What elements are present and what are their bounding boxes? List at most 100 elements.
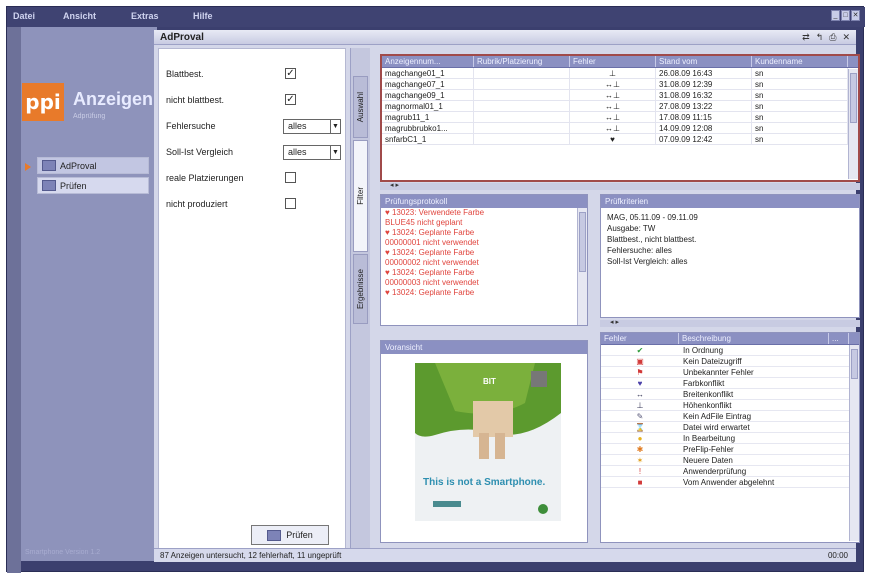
kriterium-line: Fehlersuche: alles xyxy=(607,246,672,255)
legend-row[interactable]: ⊥Höhenkonflikt6 xyxy=(601,400,859,411)
menu-extras[interactable]: Extras xyxy=(131,11,159,21)
pruefprotokoll-panel: Prüfungsprotokoll ♥ 13023: Verwendete Fa… xyxy=(380,194,588,326)
legend-row[interactable]: ⌛Datei wird erwartet0 xyxy=(601,422,859,433)
maximize-button[interactable]: □ xyxy=(841,10,850,21)
cell-anzeigennummer: magrubbrubko1... xyxy=(382,123,474,133)
scroll-thumb[interactable] xyxy=(850,73,857,123)
ad-preview-image: BIT This is not a Smartphone. xyxy=(415,363,561,521)
back-icon[interactable]: ↰ xyxy=(816,32,824,43)
pruefprotokoll-header: Prüfungsprotokoll xyxy=(381,195,587,208)
menu-datei[interactable]: Datei xyxy=(13,11,35,21)
fehler-status-icon: ✔ xyxy=(636,346,644,355)
col-beschreibung[interactable]: Beschreibung xyxy=(679,333,829,344)
col-fehler[interactable]: Fehler xyxy=(570,56,656,67)
menu-bar: Datei Ansicht Extras Hilfe _ □ ✕ xyxy=(7,7,865,27)
menu-ansicht[interactable]: Ansicht xyxy=(63,11,96,21)
table-row[interactable]: magchange09_1 ↔⊥ 31.08.09 16:32 sn xyxy=(382,90,858,101)
cell-kundenname: sn xyxy=(752,79,848,89)
nav-item-adproval[interactable]: AdProval xyxy=(37,157,149,174)
dropdown-arrow-icon: ▼ xyxy=(330,120,340,133)
cell-anzeigennummer: magchange07_1 xyxy=(382,79,474,89)
dropdown-arrow-icon: ▼ xyxy=(330,146,340,159)
tab-auswahl[interactable]: Auswahl xyxy=(353,76,368,138)
horizontal-splitter[interactable]: ◂ ▸ xyxy=(600,319,860,327)
pruefen-button[interactable]: Prüfen xyxy=(251,525,329,545)
minimize-button[interactable]: _ xyxy=(831,10,840,21)
table-row[interactable]: magrubbrubko1... ↔⊥ 14.09.09 12:08 sn xyxy=(382,123,858,134)
soll-ist-select[interactable]: alles ▼ xyxy=(283,145,341,160)
col-count[interactable]: ... xyxy=(829,333,849,344)
swap-icon[interactable]: ⇄ xyxy=(802,32,810,43)
col-rubrik[interactable]: Rubrik/Platzierung xyxy=(474,56,570,67)
table-row[interactable]: magrub11_1 ↔⊥ 17.08.09 11:15 sn xyxy=(382,112,858,123)
protokoll-scrollbar[interactable] xyxy=(577,208,587,325)
tab-filter-label: Filter xyxy=(356,187,365,205)
splitter-arrows-icon: ◂ ▸ xyxy=(390,182,399,189)
col-kundenname[interactable]: Kundenname xyxy=(752,56,848,67)
legend-row[interactable]: ▣Kein Dateizugriff0 xyxy=(601,356,859,367)
legend-row[interactable]: ⚑Unbekannter Fehler0 xyxy=(601,367,859,378)
fehler-status-icon: ♥ xyxy=(637,379,643,388)
legend-row[interactable]: ✔In Ordnung0 xyxy=(601,345,859,356)
legend-row[interactable]: ✱PreFlip-Fehler1 xyxy=(601,444,859,455)
cell-kundenname: sn xyxy=(752,123,848,133)
col-anzeigennummer[interactable]: Anzeigennum... xyxy=(382,56,474,67)
fehler-description: Anwenderprüfung xyxy=(683,467,747,476)
kriterium-line: Ausgabe: TW xyxy=(607,224,656,233)
cell-kundenname: sn xyxy=(752,134,848,144)
legend-row[interactable]: ✎Kein AdFile Eintrag0 xyxy=(601,411,859,422)
legend-row[interactable]: !Anwenderprüfung0 xyxy=(601,466,859,477)
col-stand-vom[interactable]: Stand vom xyxy=(656,56,752,67)
scroll-thumb[interactable] xyxy=(851,349,858,379)
cell-anzeigennummer: magchange01_1 xyxy=(382,68,474,78)
ads-scrollbar[interactable] xyxy=(848,69,858,179)
print-icon[interactable]: ⎙ xyxy=(829,32,836,43)
nicht-blattbest-checkbox[interactable]: ✓ xyxy=(285,94,296,105)
legend-scrollbar[interactable] xyxy=(849,345,859,541)
blattbest-label: Blattbest. xyxy=(166,69,204,79)
col-fehler[interactable]: Fehler xyxy=(601,333,679,344)
tab-ergebnisse[interactable]: Ergebnisse xyxy=(353,254,368,324)
status-bar: 87 Anzeigen untersucht, 12 fehlerhaft, 1… xyxy=(154,548,856,562)
cell-stand-vom: 17.08.09 11:15 xyxy=(656,112,752,122)
cell-fehler-icon: ↔⊥ xyxy=(570,123,656,133)
horizontal-splitter[interactable]: ◂ ▸ xyxy=(380,182,860,190)
fehlersuche-select[interactable]: alles ▼ xyxy=(283,119,341,134)
cell-stand-vom: 14.09.09 12:08 xyxy=(656,123,752,133)
scroll-thumb[interactable] xyxy=(579,212,586,272)
table-row[interactable]: magnormal01_1 ↔⊥ 27.08.09 13:22 sn xyxy=(382,101,858,112)
ppi-logo: ppi xyxy=(22,83,64,121)
fehler-description: Unbekannter Fehler xyxy=(683,368,754,377)
fehler-status-icon: ▣ xyxy=(636,357,644,366)
table-row[interactable]: snfarbC1_1 ♥ 07.09.09 12:42 sn xyxy=(382,134,858,145)
fehler-description: Breitenkonflikt xyxy=(683,390,734,399)
cell-stand-vom: 07.09.09 12:42 xyxy=(656,134,752,144)
pruefen-icon xyxy=(42,180,56,191)
legend-row[interactable]: ●In Bearbeitung0 xyxy=(601,433,859,444)
pruefkriterien-panel: Prüfkriterien MAG, 05.11.09 - 09.11.09 Au… xyxy=(600,194,860,318)
cell-anzeigennummer: snfarbC1_1 xyxy=(382,134,474,144)
cell-stand-vom: 26.08.09 16:43 xyxy=(656,68,752,78)
fehler-description: Farbkonflikt xyxy=(683,379,725,388)
legend-row[interactable]: ■Vom Anwender abgelehnt0 xyxy=(601,477,859,488)
kriterium-line: Soll-Ist Vergleich: alles xyxy=(607,257,688,266)
menu-hilfe[interactable]: Hilfe xyxy=(193,11,213,21)
cell-rubrik xyxy=(474,101,570,111)
fehler-description: Datei wird erwartet xyxy=(683,423,750,432)
pruefprotokoll-list: ♥ 13023: Verwendete Farbe BLUE45 nicht ge… xyxy=(381,208,587,298)
fehler-status-icon: ⊥ xyxy=(636,401,644,410)
nav-item-pruefen[interactable]: Prüfen xyxy=(37,177,149,194)
window-controls: _ □ ✕ xyxy=(831,10,861,23)
close-icon[interactable]: ✕ xyxy=(842,32,850,43)
legend-row[interactable]: ✶Neuere Daten0 xyxy=(601,455,859,466)
cell-stand-vom: 31.08.09 16:32 xyxy=(656,90,752,100)
legend-row[interactable]: ♥Farbkonflikt2 xyxy=(601,378,859,389)
nicht-produziert-checkbox[interactable] xyxy=(285,198,296,209)
table-row[interactable]: magchange07_1 ↔⊥ 31.08.09 12:39 sn xyxy=(382,79,858,90)
table-row[interactable]: magchange01_1 ⊥ 26.08.09 16:43 sn xyxy=(382,68,858,79)
tab-filter[interactable]: Filter xyxy=(353,140,368,252)
legend-row[interactable]: ↔Breitenkonflikt0 xyxy=(601,389,859,400)
close-window-button[interactable]: ✕ xyxy=(851,10,860,21)
reale-checkbox[interactable] xyxy=(285,172,296,183)
blattbest-checkbox[interactable]: ✓ xyxy=(285,68,296,79)
